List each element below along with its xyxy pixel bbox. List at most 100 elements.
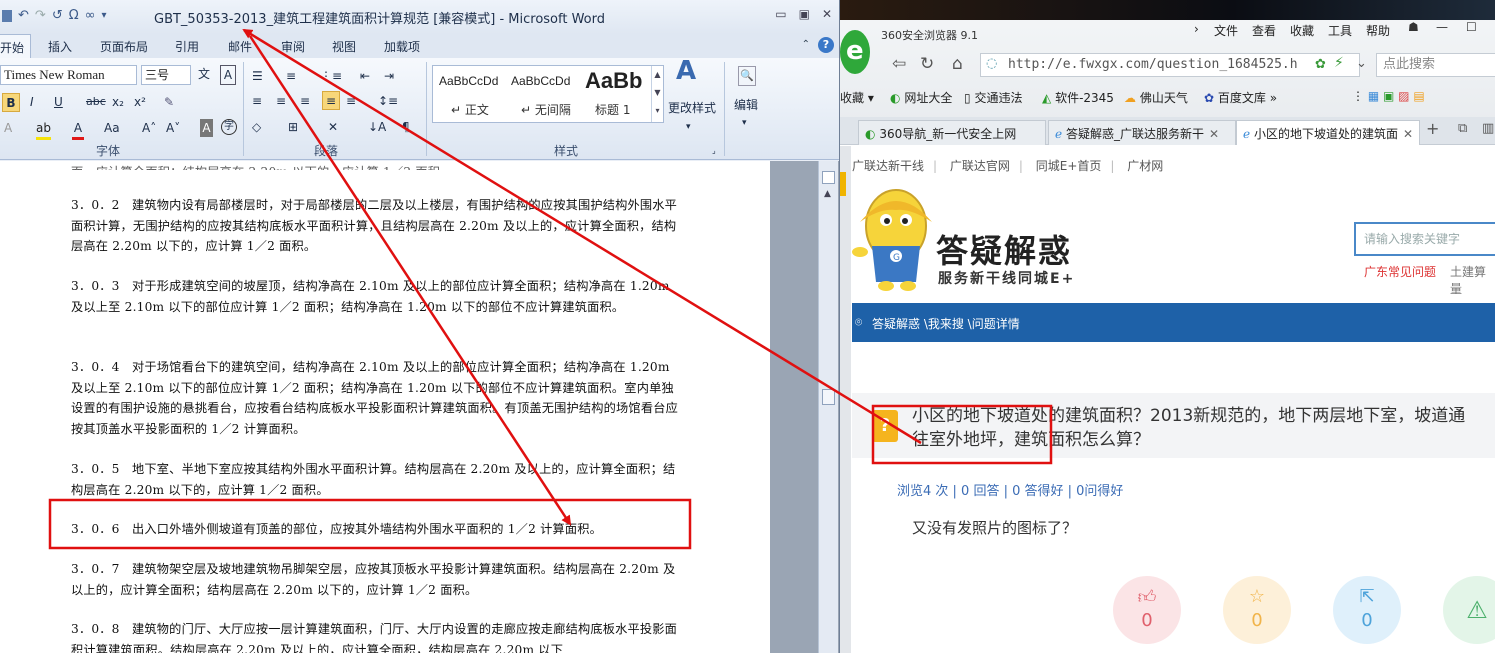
close-icon[interactable]: ✕: [822, 7, 832, 21]
change-styles-button[interactable]: 更改样式: [668, 99, 716, 117]
like-button[interactable]: 👍︎ 0: [1113, 576, 1181, 644]
menu-tools[interactable]: 工具: [1328, 22, 1352, 39]
minimize-ribbon-icon[interactable]: ⌃: [802, 39, 810, 50]
menu-file[interactable]: 文件: [1214, 22, 1238, 39]
favorite-button[interactable]: ☆ 0: [1223, 576, 1291, 644]
save-icon[interactable]: [2, 9, 12, 22]
char-border-icon[interactable]: A: [220, 65, 236, 85]
style-preview-no-spacing[interactable]: AaBbCcDd: [511, 74, 570, 88]
vertical-scrollbar[interactable]: ▲: [818, 161, 838, 653]
toplink-guangcai[interactable]: 广材网: [1127, 159, 1163, 173]
highlight-icon[interactable]: ab: [36, 119, 51, 140]
tab-list-icon[interactable]: ⧉: [1458, 121, 1467, 136]
breadcrumb[interactable]: 答疑解惑 \我来搜 \问题详情: [872, 315, 1020, 332]
style-name-no-spacing[interactable]: ↵ 无间隔: [521, 101, 571, 118]
style-name-normal[interactable]: ↵ 正文: [451, 101, 489, 118]
customize-qat-icon[interactable]: ▾: [102, 10, 107, 21]
site-search-input[interactable]: 请输入搜索关键字: [1354, 222, 1495, 256]
tab-review[interactable]: 审阅: [281, 38, 305, 55]
edit-button[interactable]: 编辑: [734, 96, 758, 114]
new-tab-icon[interactable]: +: [1426, 119, 1439, 138]
toolbar-extensions[interactable]: ⋮ ▦ ▣ ▨ ▤: [1352, 89, 1425, 103]
help-icon[interactable]: ?: [818, 37, 834, 53]
refresh-icon[interactable]: ↻: [920, 54, 934, 74]
underline-button[interactable]: U: [54, 93, 63, 111]
sort-icon[interactable]: ↓A: [368, 118, 386, 136]
browser-tab-2[interactable]: ℯ 答疑解惑_广联达服务新干 ✕: [1048, 120, 1236, 145]
dialog-launcher-icon[interactable]: ⌟: [712, 142, 716, 160]
decrease-indent-icon[interactable]: ⇤: [360, 67, 370, 85]
align-center-icon[interactable]: ≡: [276, 92, 286, 110]
line-spacing-icon[interactable]: ↕≡: [378, 92, 398, 110]
font-color-button[interactable]: A: [72, 119, 84, 140]
minimize-icon[interactable]: —: [1436, 20, 1448, 34]
browser-search-input[interactable]: 点此搜索: [1376, 53, 1495, 77]
menu-view[interactable]: 查看: [1252, 22, 1276, 39]
asian-layout-icon[interactable]: ✕: [328, 118, 338, 136]
bookmark-favorites[interactable]: 收藏 ▾: [840, 89, 874, 106]
speed-icon[interactable]: ⚡: [1334, 55, 1344, 71]
styles-scroll[interactable]: ▲ ▼ ▾: [651, 66, 663, 122]
link-common-questions[interactable]: 广东常见问题: [1364, 263, 1436, 280]
italic-button[interactable]: I: [30, 93, 34, 111]
shading-icon[interactable]: ◇: [252, 118, 261, 136]
toplink-glodon-official[interactable]: 广联达官网: [950, 159, 1010, 173]
superscript-button[interactable]: x²: [134, 93, 146, 111]
maximize-icon[interactable]: ☐: [1466, 20, 1477, 34]
reader-icon[interactable]: ✿: [1315, 57, 1326, 72]
omega-icon[interactable]: Ω: [69, 8, 79, 23]
increase-indent-icon[interactable]: ⇥: [384, 67, 394, 85]
tab-menu-icon[interactable]: ▥: [1482, 121, 1494, 136]
chevron-down-icon[interactable]: ⌄: [1356, 56, 1367, 71]
subscript-button[interactable]: x₂: [112, 93, 124, 111]
borders-icon[interactable]: ⊞: [288, 118, 298, 136]
font-size-box[interactable]: 三号: [141, 65, 191, 85]
share-button[interactable]: ⇱ 0: [1333, 576, 1401, 644]
phonetic-guide-icon[interactable]: 文: [198, 65, 210, 83]
menu-favorites[interactable]: 收藏: [1290, 22, 1314, 39]
home-icon[interactable]: ⌂: [952, 54, 963, 74]
browser-tab-3-active[interactable]: ℯ 小区的地下坡道处的建筑面 ✕: [1236, 120, 1420, 145]
tab-page-layout[interactable]: 页面布局: [100, 38, 148, 55]
show-marks-icon[interactable]: ¶: [402, 118, 410, 136]
skin-icon[interactable]: ☗: [1408, 20, 1419, 34]
scroll-up-icon[interactable]: ▲: [824, 189, 831, 199]
tab-references[interactable]: 引用: [175, 38, 199, 55]
bookmark-wenku[interactable]: ✿ 百度文库 »: [1204, 89, 1277, 106]
change-case-button[interactable]: Aa: [104, 119, 120, 137]
close-tab-icon[interactable]: ✕: [1209, 127, 1219, 141]
align-left-icon[interactable]: ≡: [252, 92, 262, 110]
toplink-glodon-new[interactable]: 广联达新干线: [852, 159, 924, 173]
numbering-icon[interactable]: ≡: [286, 67, 296, 85]
enclose-char-icon[interactable]: 字: [221, 119, 237, 135]
style-name-heading1[interactable]: 标题 1: [595, 101, 630, 118]
align-right-icon[interactable]: ≡: [300, 92, 310, 110]
justify-icon[interactable]: ≡: [322, 91, 340, 110]
menu-help[interactable]: 帮助: [1366, 22, 1390, 39]
browser-tab-1[interactable]: ◐ 360导航_新一代安全上网: [858, 120, 1046, 145]
ruler-toggle-icon[interactable]: [822, 171, 835, 184]
bookmark-software[interactable]: ◭ 软件-2345: [1042, 89, 1114, 106]
restore-icon[interactable]: ▣: [799, 7, 810, 21]
tab-addins[interactable]: 加载项: [384, 38, 420, 55]
style-preview-normal[interactable]: AaBbCcDd: [439, 74, 498, 88]
tab-view[interactable]: 视图: [332, 38, 356, 55]
address-url[interactable]: http://e.fwxgx.com/question_1684525.h: [1008, 57, 1298, 72]
style-preview-heading1[interactable]: AaBb: [585, 68, 642, 94]
infinity-icon[interactable]: ∞: [85, 8, 96, 23]
text-effects-icon[interactable]: A: [4, 119, 12, 137]
clear-format-icon[interactable]: ✎: [164, 93, 174, 111]
tab-home[interactable]: 开始: [0, 34, 32, 59]
undo-icon[interactable]: ↶: [18, 8, 29, 23]
tab-insert[interactable]: 插入: [48, 38, 72, 55]
link-civil-quantity[interactable]: 土建算量: [1450, 263, 1495, 297]
bold-button[interactable]: B: [2, 93, 20, 112]
strikethrough-button[interactable]: abc: [86, 93, 106, 111]
distributed-icon[interactable]: ≡: [346, 92, 356, 110]
close-tab-icon[interactable]: ✕: [1403, 127, 1413, 141]
bookmark-traffic[interactable]: ▯ 交通违法: [964, 89, 1022, 106]
bookmark-weather[interactable]: ☁ 佛山天气: [1124, 89, 1188, 106]
bookmark-nav[interactable]: ◐ 网址大全: [890, 89, 952, 106]
toplink-tongcheng[interactable]: 同城E+首页: [1036, 159, 1102, 173]
scroll-thumb[interactable]: [822, 389, 835, 405]
